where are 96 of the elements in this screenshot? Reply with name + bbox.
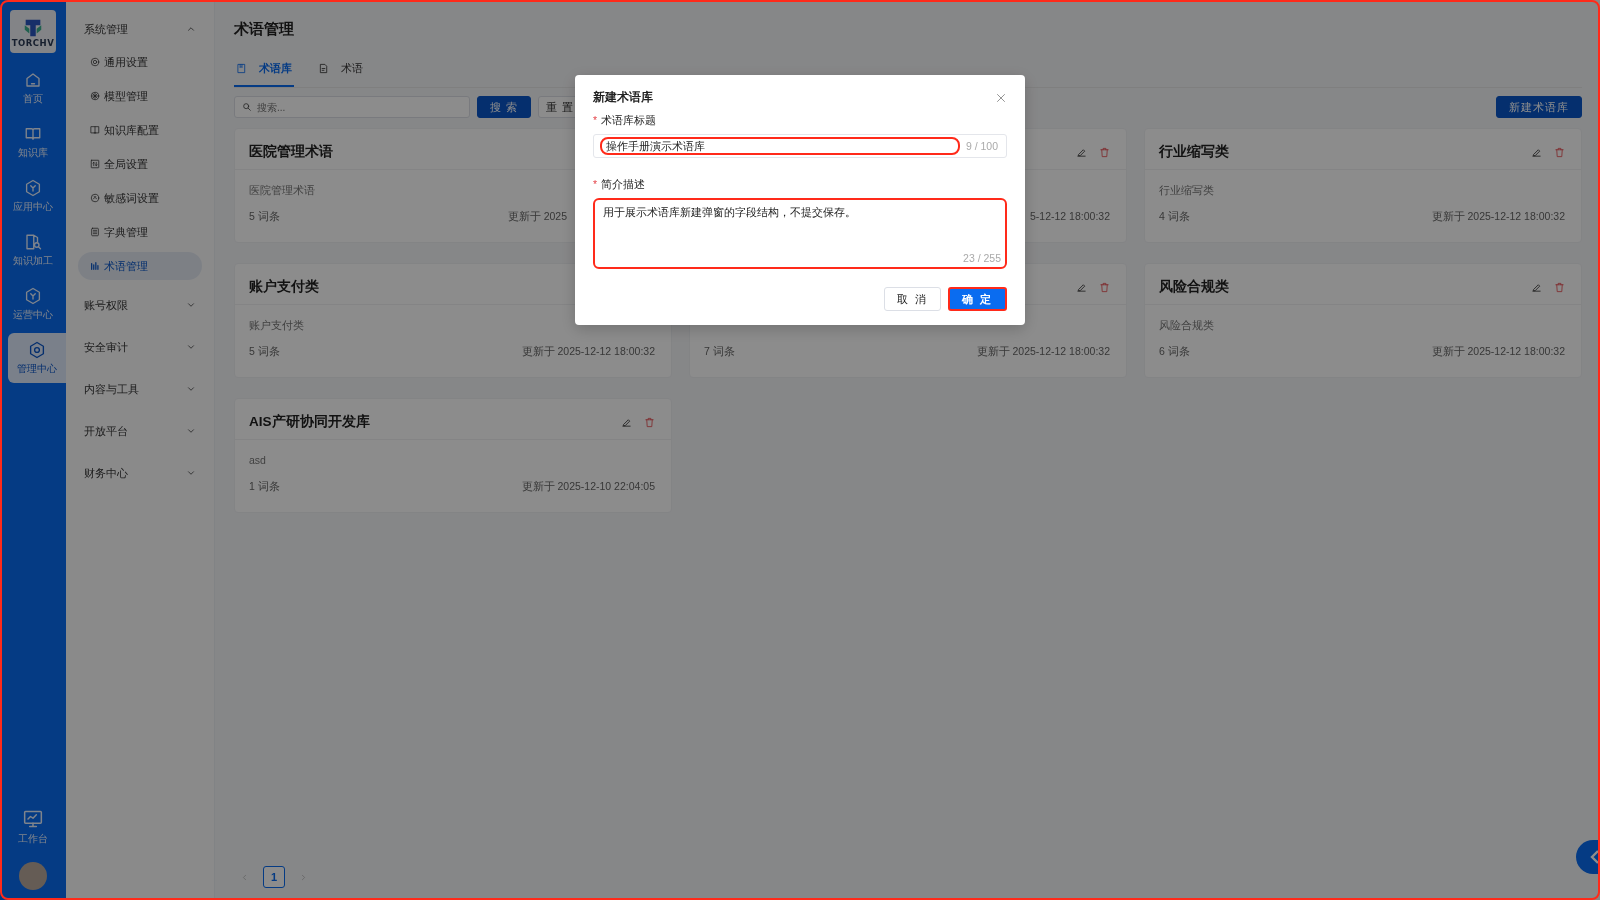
avatar[interactable] (19, 862, 47, 890)
card-title: 行业缩写类 (1159, 143, 1229, 161)
search-icon (242, 102, 252, 112)
dialog-title: 新建术语库 (593, 89, 653, 106)
close-icon[interactable] (995, 91, 1007, 104)
card-description: asd (249, 454, 266, 466)
chevron-down-icon (186, 468, 196, 478)
updated-time: 更新于 2025-12-12 18:00:32 (521, 345, 655, 359)
bookmark-icon (236, 63, 247, 74)
card-title: 医院管理术语 (249, 143, 333, 161)
document-icon (90, 227, 100, 237)
menu-item[interactable]: 通用设置 (78, 48, 202, 76)
rail-item[interactable]: 知识库 (4, 117, 62, 167)
term-count: 7 词条 (704, 345, 735, 359)
book-icon (90, 125, 100, 135)
logo-text: TORCHV (11, 37, 55, 48)
menu-item[interactable]: 术语管理 (78, 252, 202, 280)
updated-time: 更新于 2025-12-10 22:04:05 (521, 480, 655, 494)
title-input[interactable]: 操作手册演示术语库 9 / 100 (593, 134, 1007, 158)
settings-icon (90, 57, 100, 67)
hexagon-icon (24, 286, 42, 305)
updated-time: 更新于 2025-12-12 18:00:32 (1431, 210, 1565, 224)
menu-item[interactable]: 模型管理 (78, 82, 202, 110)
updated-time: 更新于 2025 (507, 210, 567, 224)
chevron-up-icon (186, 24, 196, 34)
term-count: 5 词条 (249, 345, 280, 359)
edit-icon[interactable] (1531, 146, 1542, 158)
chevron-down-icon (186, 300, 196, 310)
required-asterisk: * (593, 114, 598, 128)
menu-group[interactable]: 系统管理 (78, 14, 202, 44)
rail-item[interactable]: 工作台 (4, 802, 62, 852)
tab[interactable]: 术语库 (234, 61, 294, 87)
bar-chart-icon (90, 261, 100, 271)
menu-group[interactable]: 安全审计 (78, 332, 202, 362)
delete-icon[interactable] (1554, 281, 1565, 293)
rail-item[interactable]: 运营中心 (4, 279, 62, 329)
settings-icon (28, 340, 46, 359)
page-number[interactable]: 1 (263, 866, 285, 888)
chevron-left-icon (240, 872, 249, 882)
updated-time: 更新于 2025-12-12 18:00:32 (976, 345, 1110, 359)
card-title: 账户支付类 (249, 278, 319, 296)
menu-group[interactable]: 财务中心 (78, 458, 202, 488)
card-description: 账户支付类 (249, 319, 304, 331)
description-textarea[interactable]: 用于展示术语库新建弹窗的字段结构，不提交保存。 23 / 255 (593, 198, 1007, 269)
rail-item[interactable]: 知识加工 (4, 225, 62, 275)
menu-item[interactable]: 敏感词设置 (78, 184, 202, 212)
chevron-left-icon (1590, 850, 1600, 864)
book-search-icon (24, 232, 42, 251)
updated-time: 更新于 2025-12-12 18:00:32 (1431, 345, 1565, 359)
menu-group[interactable]: 账号权限 (78, 290, 202, 320)
monitor-icon (22, 808, 44, 829)
square-icon (90, 159, 100, 169)
circle-icon (90, 193, 100, 203)
search-field[interactable]: 搜索... (234, 96, 470, 118)
page-title: 术语管理 (234, 20, 295, 39)
card-description: 风险合规类 (1159, 319, 1214, 331)
chevron-down-icon (186, 384, 196, 394)
term-count: 5 词条 (249, 210, 280, 224)
menu-group[interactable]: 内容与工具 (78, 374, 202, 404)
required-asterisk: * (593, 178, 598, 192)
updated-time: 5-12-12 18:00:32 (1030, 210, 1110, 222)
document-icon (318, 63, 329, 74)
search-button[interactable]: 搜 索 (477, 96, 532, 118)
card-title: AIS产研协同开发库 (249, 413, 370, 431)
delete-icon[interactable] (1099, 281, 1110, 293)
menu-item[interactable]: 全局设置 (78, 150, 202, 178)
card-description: 行业缩写类 (1159, 184, 1214, 196)
term-count: 1 词条 (249, 480, 280, 494)
chevron-down-icon (186, 342, 196, 352)
edit-icon[interactable] (621, 416, 632, 428)
card-title: 风险合规类 (1159, 278, 1229, 296)
menu-item[interactable]: 知识库配置 (78, 116, 202, 144)
cancel-button[interactable]: 取 消 (883, 287, 941, 311)
menu-item[interactable]: 字典管理 (78, 218, 202, 246)
confirm-button[interactable]: 确 定 (947, 287, 1007, 311)
hexagon-icon (24, 178, 42, 197)
torchv-logo[interactable]: TORCHV (10, 10, 56, 53)
field-label: 简介描述 (601, 178, 646, 192)
chevron-down-icon (186, 426, 196, 436)
term-count: 6 词条 (1159, 345, 1190, 359)
card-description: 医院管理术语 (249, 184, 315, 196)
delete-icon[interactable] (644, 416, 655, 428)
rail-item[interactable]: 管理中心 (8, 333, 66, 383)
new-glossary-button[interactable]: 新建术语库 (1496, 96, 1582, 118)
delete-icon[interactable] (1554, 146, 1565, 158)
menu-group[interactable]: 开放平台 (78, 416, 202, 446)
edit-icon[interactable] (1076, 146, 1087, 158)
field-label: 术语库标题 (601, 114, 657, 128)
rail-item[interactable]: 应用中心 (4, 171, 62, 221)
rail-item[interactable]: 首页 (4, 63, 62, 113)
delete-icon[interactable] (1099, 146, 1110, 158)
chevron-right-icon (299, 872, 308, 882)
edit-icon[interactable] (1531, 281, 1542, 293)
tab[interactable]: 术语 (316, 61, 365, 87)
edit-icon[interactable] (1076, 281, 1087, 293)
term-count: 4 词条 (1159, 210, 1190, 224)
